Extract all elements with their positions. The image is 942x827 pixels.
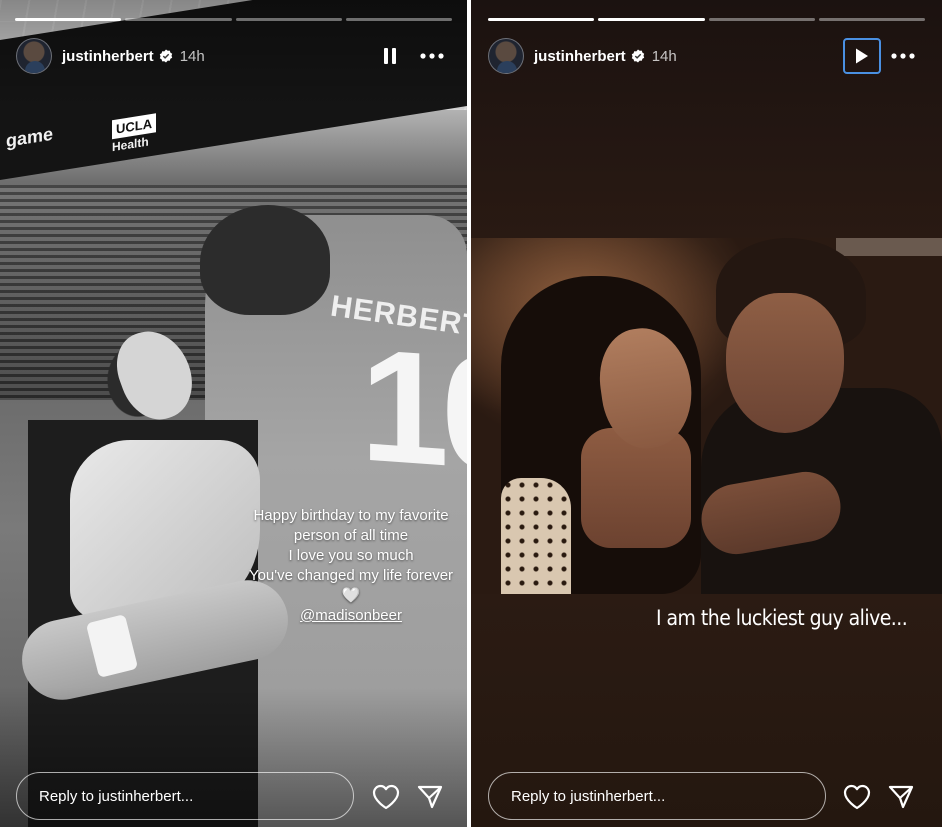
reply-input[interactable]: Reply to justinherbert... [488, 772, 826, 820]
progress-fill [488, 18, 595, 21]
send-icon [417, 785, 443, 809]
pause-icon [384, 48, 396, 64]
scoreboard-brand: UCLA [112, 113, 157, 140]
heart-icon [372, 784, 400, 810]
progress-segment [598, 18, 705, 21]
send-button[interactable] [414, 781, 446, 813]
progress-segment [818, 18, 925, 21]
play-icon [856, 48, 868, 64]
progress-segment [708, 18, 815, 21]
username[interactable]: justinherbert [534, 48, 626, 65]
caption-line: person of all time [293, 527, 409, 544]
progress-segment [15, 18, 122, 21]
pause-button[interactable] [374, 38, 406, 74]
verified-badge-icon [159, 49, 173, 63]
story-header: justinherbert 14h [16, 38, 205, 74]
jersey-number: 10 [360, 314, 467, 505]
story-photo-couple [471, 238, 942, 594]
story-panel-left[interactable]: game UCLA Health HERBERT 10 justinherber… [0, 0, 467, 827]
like-button[interactable] [370, 781, 402, 813]
reply-input[interactable]: Reply to justinherbert... [16, 772, 354, 820]
progress-segment [488, 18, 595, 21]
more-options-icon [891, 53, 915, 59]
man-face [726, 293, 844, 433]
caption-line: I love you so much [288, 547, 414, 564]
progress-segment [345, 18, 452, 21]
story-progress-bar [488, 18, 925, 21]
story-header: justinherbert 14h [488, 38, 677, 74]
avatar[interactable] [16, 38, 52, 74]
more-options-button[interactable] [885, 38, 921, 74]
progress-segment [235, 18, 342, 21]
send-button[interactable] [885, 781, 917, 813]
like-button[interactable] [841, 781, 873, 813]
scoreboard-text: game [6, 123, 54, 152]
polka-dot-dress [501, 478, 571, 594]
wall-frame [836, 238, 942, 256]
verified-badge-icon [631, 49, 645, 63]
more-options-icon [420, 53, 444, 59]
username[interactable]: justinherbert [62, 48, 154, 65]
play-button[interactable] [843, 38, 881, 74]
avatar[interactable] [488, 38, 524, 74]
progress-fill [598, 18, 705, 21]
story-panel-right[interactable]: justinherbert 14h I am the luckiest guy … [471, 0, 942, 827]
heart-icon [843, 784, 871, 810]
caption-line: You've changed my life forever🤍 [248, 567, 454, 604]
progress-segment [125, 18, 232, 21]
more-options-button[interactable] [414, 38, 450, 74]
player-hair [200, 205, 330, 315]
post-time: 14h [179, 47, 205, 65]
send-icon [888, 785, 914, 809]
progress-fill [15, 18, 122, 21]
story-progress-bar [15, 18, 452, 21]
mention-link[interactable]: @madisonbeer [240, 606, 462, 626]
post-time: 14h [651, 47, 677, 65]
story-caption: Happy birthday to my favorite person of … [240, 506, 462, 626]
caption-line: Happy birthday to my favorite [253, 507, 449, 524]
story-photo-stadium: game UCLA Health HERBERT 10 [0, 0, 467, 827]
story-caption: I am the luckiest guy alive... [656, 606, 908, 630]
